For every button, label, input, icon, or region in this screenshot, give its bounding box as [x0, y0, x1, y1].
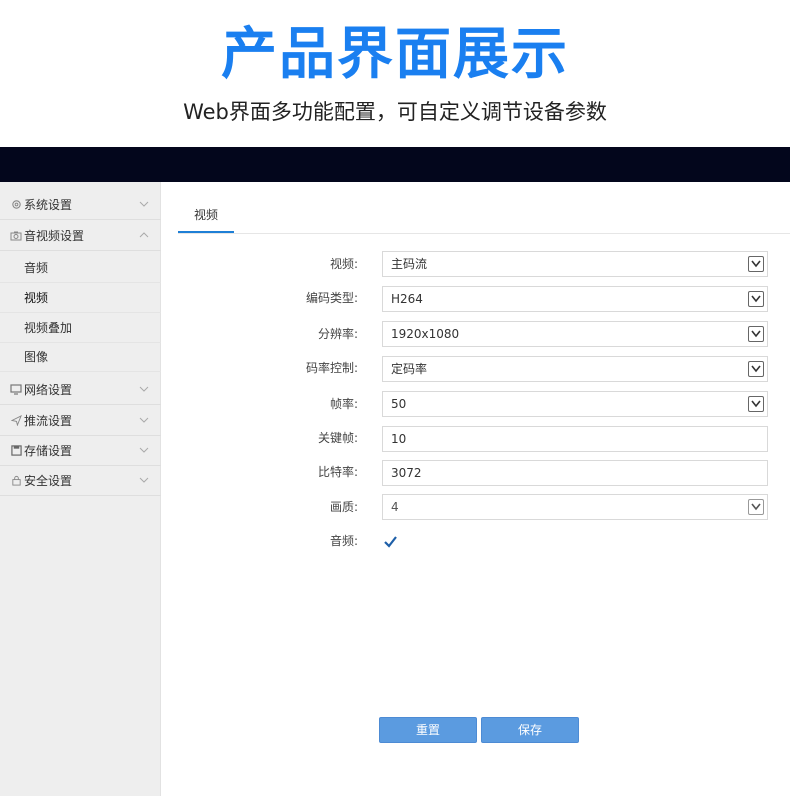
chevron-down-icon: [139, 386, 149, 392]
frame-rate-value: 50: [391, 397, 407, 411]
save-icon: [9, 444, 23, 458]
sidebar-item-label: 音视频设置: [24, 229, 85, 243]
encoding-type-label: 编码类型:: [305, 291, 358, 305]
sidebar: 系统设置 音视频设置 音频 视频 视频叠加 图像 网络设置 推流设置 存储设置 …: [0, 182, 161, 796]
chevron-down-icon[interactable]: [748, 396, 764, 412]
chevron-down-icon: [139, 477, 149, 483]
frame-rate-label: 帧率:: [329, 397, 358, 411]
sidebar-item-security-settings[interactable]: 安全设置: [0, 466, 161, 496]
sidebar-subitem-audio[interactable]: 音频: [0, 253, 161, 283]
frame-rate-select[interactable]: 50: [382, 391, 768, 417]
quality-select[interactable]: 4: [382, 494, 768, 520]
chevron-down-icon: [139, 447, 149, 453]
sidebar-subitem-label: 视频叠加: [24, 321, 73, 335]
bitrate-label: 比特率:: [317, 465, 358, 479]
sidebar-subitem-label: 图像: [24, 350, 49, 364]
video-stream-label: 视频:: [329, 257, 358, 271]
bitrate-value: 3072: [391, 466, 422, 480]
chevron-down-icon: [139, 201, 149, 207]
lock-icon: [9, 474, 23, 488]
promo-subtitle: Web界面多功能配置，可自定义调节设备参数: [183, 100, 607, 124]
sidebar-subitem-label: 音频: [24, 261, 49, 275]
resolution-label: 分辨率:: [317, 327, 358, 341]
bitrate-control-select[interactable]: 定码率: [382, 356, 768, 382]
chevron-down-icon[interactable]: [748, 326, 764, 342]
bitrate-control-value: 定码率: [391, 362, 428, 376]
resolution-select[interactable]: 1920x1080: [382, 321, 768, 347]
sidebar-item-av-settings[interactable]: 音视频设置: [0, 221, 161, 251]
promo-title: 产品界面展示: [221, 22, 569, 87]
gear-icon: [9, 198, 23, 212]
sidebar-item-label: 网络设置: [24, 383, 73, 397]
sidebar-item-label: 推流设置: [24, 414, 73, 428]
resolution-value: 1920x1080: [391, 327, 460, 341]
sidebar-item-label: 安全设置: [24, 474, 73, 488]
keyframe-value: 10: [391, 432, 407, 446]
sidebar-subitem-video-overlay[interactable]: 视频叠加: [0, 313, 161, 343]
chevron-down-icon[interactable]: [748, 291, 764, 307]
keyframe-label: 关键帧:: [317, 431, 358, 445]
sidebar-subitem-video[interactable]: 视频: [0, 283, 161, 313]
save-button[interactable]: 保存: [481, 717, 579, 743]
audio-label: 音频:: [329, 534, 358, 548]
sidebar-item-network-settings[interactable]: 网络设置: [0, 375, 161, 405]
sidebar-subitem-image[interactable]: 图像: [0, 342, 161, 372]
send-icon: [9, 414, 23, 428]
reset-button[interactable]: 重置: [379, 717, 477, 743]
chevron-down-icon[interactable]: [748, 499, 764, 515]
sidebar-subitem-label: 视频: [24, 291, 49, 305]
chevron-down-icon[interactable]: [748, 256, 764, 272]
quality-label: 画质:: [329, 500, 358, 514]
top-navbar: [0, 147, 790, 182]
sidebar-item-label: 系统设置: [24, 198, 73, 212]
monitor-icon: [9, 383, 23, 397]
quality-value: 4: [391, 500, 399, 514]
audio-checkbox[interactable]: [383, 534, 398, 549]
tab-video[interactable]: 视频: [178, 203, 234, 233]
sidebar-item-label: 存储设置: [24, 444, 73, 458]
bitrate-control-label: 码率控制:: [305, 361, 358, 375]
bitrate-input[interactable]: 3072: [382, 460, 768, 486]
tab-divider: [178, 233, 790, 234]
chevron-down-icon: [139, 417, 149, 423]
chevron-down-icon[interactable]: [748, 361, 764, 377]
sidebar-item-system-settings[interactable]: 系统设置: [0, 190, 161, 220]
sidebar-item-storage-settings[interactable]: 存储设置: [0, 436, 161, 466]
camera-icon: [9, 229, 23, 243]
encoding-type-value: H264: [391, 292, 423, 306]
chevron-up-icon: [139, 232, 149, 238]
encoding-type-select[interactable]: H264: [382, 286, 768, 312]
keyframe-input[interactable]: 10: [382, 426, 768, 452]
video-stream-select[interactable]: 主码流: [382, 251, 768, 277]
video-stream-value: 主码流: [391, 257, 428, 271]
sidebar-item-stream-settings[interactable]: 推流设置: [0, 406, 161, 436]
